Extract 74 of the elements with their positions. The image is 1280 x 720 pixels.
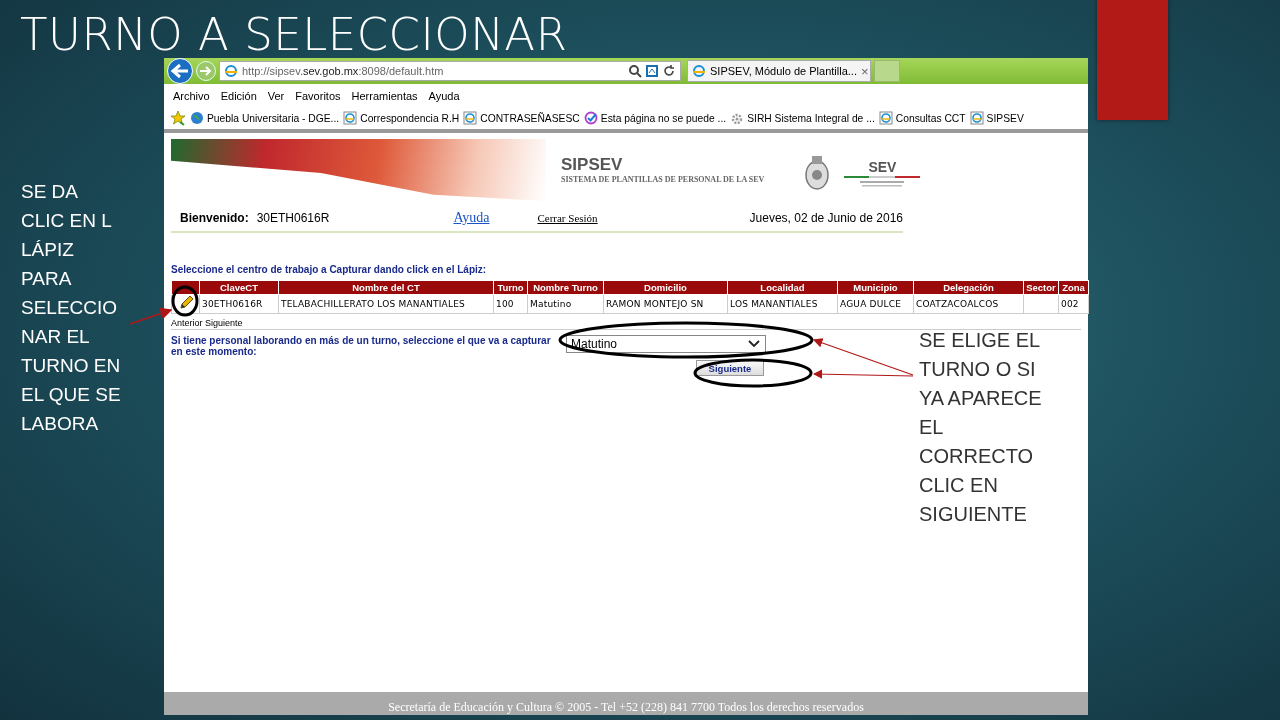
column-header: ClaveCT (199, 280, 279, 295)
menu-item[interactable]: Herramientas (351, 89, 418, 102)
shift-dropdown[interactable]: Matutino (566, 335, 766, 353)
help-link[interactable]: Ayuda (453, 210, 490, 226)
pointer-arrow (129, 307, 173, 325)
logo-text: SEV (868, 159, 897, 175)
shift-prompt: Si tiene personal laborando en más de un turno, seleccione el que va a capturar en este momento: (171, 335, 551, 359)
menu-item[interactable]: Edición (220, 89, 257, 102)
table-cell: RAMON MONTEJO SN (603, 294, 728, 314)
pencil-icon[interactable] (177, 295, 194, 311)
logout-link[interactable]: Cerrar Sesión (537, 212, 598, 224)
address-field[interactable]: http://sipsev.sev.gob.mx:8098/default.htm (219, 61, 681, 81)
bookmark-link[interactable]: Consultas CCT (878, 111, 966, 125)
menu-item[interactable]: Ver (267, 89, 285, 102)
bookmark-link[interactable]: CONTRASEÑASESC (463, 111, 580, 125)
browser-page-icon (969, 111, 984, 125)
refresh-icon (662, 64, 676, 78)
bookmark-link[interactable]: Puebla Universitaria - DGE... (190, 111, 340, 125)
instruction-text: SE ELIGE EL TURNO O SI YA APARECE EL CORRECTO CLIC EN SIGUIENTE (919, 328, 1043, 527)
welcome-label: Bienvenido: (180, 211, 249, 225)
tab-title: SIPSEV, Módulo de Plantilla... (710, 65, 857, 77)
browser-page-icon (224, 64, 238, 78)
compatibility-icon (646, 64, 658, 78)
instruction-text: SE DA CLIC EN L LÁPIZ PARA SELECCIONAR EL TURNO EN EL QUE SE LABORA (21, 180, 122, 436)
table-cell: TELABACHILLERATO LOS MANANTIALES (278, 294, 494, 314)
browser-page-icon (692, 64, 706, 78)
table-cell: LOS MANANTIALES (727, 294, 838, 314)
search-icon (628, 64, 642, 78)
menu-item[interactable]: Favoritos (295, 89, 341, 102)
globe-icon (190, 111, 204, 125)
table-cell: COATZACOALCOS (913, 294, 1024, 314)
favorites-star-icon (170, 110, 186, 126)
table-cell: Matutino (527, 294, 604, 314)
pagination-links[interactable]: Anterior Siguiente (171, 318, 243, 328)
bookmark-link[interactable]: SIPSEV (969, 111, 1024, 125)
table-cell: AGUA DULCE (837, 294, 914, 314)
table-cell (1023, 294, 1059, 314)
column-header: Municipio (837, 280, 914, 295)
instruction-text: Seleccione el centro de trabajo a Capturar dando click en el Lápiz: (171, 264, 488, 275)
bookmark-link[interactable]: Correspondencia R.H (343, 111, 460, 125)
table-cell: 100 (493, 294, 528, 314)
date-text: Jueves, 02 de Junio de 2016 (749, 211, 903, 225)
browser-page-icon (878, 111, 893, 125)
close-button[interactable]: × (860, 63, 869, 79)
chevron-down-icon (747, 339, 761, 349)
logo-stripes-icon (844, 175, 921, 187)
url-text: http://sipsev.sev.gob.mx:8098/default.htm (242, 65, 445, 77)
footer-text: Secretaría de Educación y Cultura © 2005 - Tel +52 (228) 841 7700 Todos los derechos reservados (164, 692, 1088, 715)
column-header: Turno (493, 280, 528, 295)
table-cell: 002 (1058, 294, 1089, 314)
arrow-left-icon (170, 63, 190, 79)
arrow-right-icon (199, 65, 213, 77)
check-circle-icon (583, 111, 598, 125)
highlight-circle (171, 285, 199, 317)
column-header: Zona (1058, 280, 1089, 295)
column-header: Domicilio (603, 280, 728, 295)
column-header: Nombre Turno (527, 280, 604, 295)
slide-title: TURNO A SELECCIONAR (20, 8, 568, 61)
menu-item[interactable]: Ayuda (428, 89, 460, 102)
menu-item[interactable]: Archivo (173, 89, 210, 102)
site-title: SIPSEV (561, 155, 624, 175)
browser-page-icon (343, 111, 358, 125)
browser-tab[interactable]: SIPSEV, Módulo de Plantilla... × (687, 60, 871, 82)
browser-page-icon (463, 111, 478, 125)
column-header: Localidad (727, 280, 838, 295)
column-header: Sector (1023, 280, 1059, 295)
column-header: Nombre del CT (278, 280, 494, 295)
back-button[interactable] (167, 58, 193, 84)
bookmark-link[interactable]: SIRH Sistema Integral de ... (730, 111, 875, 125)
table-cell: 30ETH0616R (199, 294, 279, 314)
site-subtitle: SISTEMA DE PLANTILLAS DE PERSONAL DE LA SEV (561, 175, 765, 184)
bookmark-link[interactable]: Esta página no se puede ... (583, 111, 727, 125)
username-text: 30ETH0616R (256, 211, 330, 225)
column-header: Delegación (913, 280, 1024, 295)
